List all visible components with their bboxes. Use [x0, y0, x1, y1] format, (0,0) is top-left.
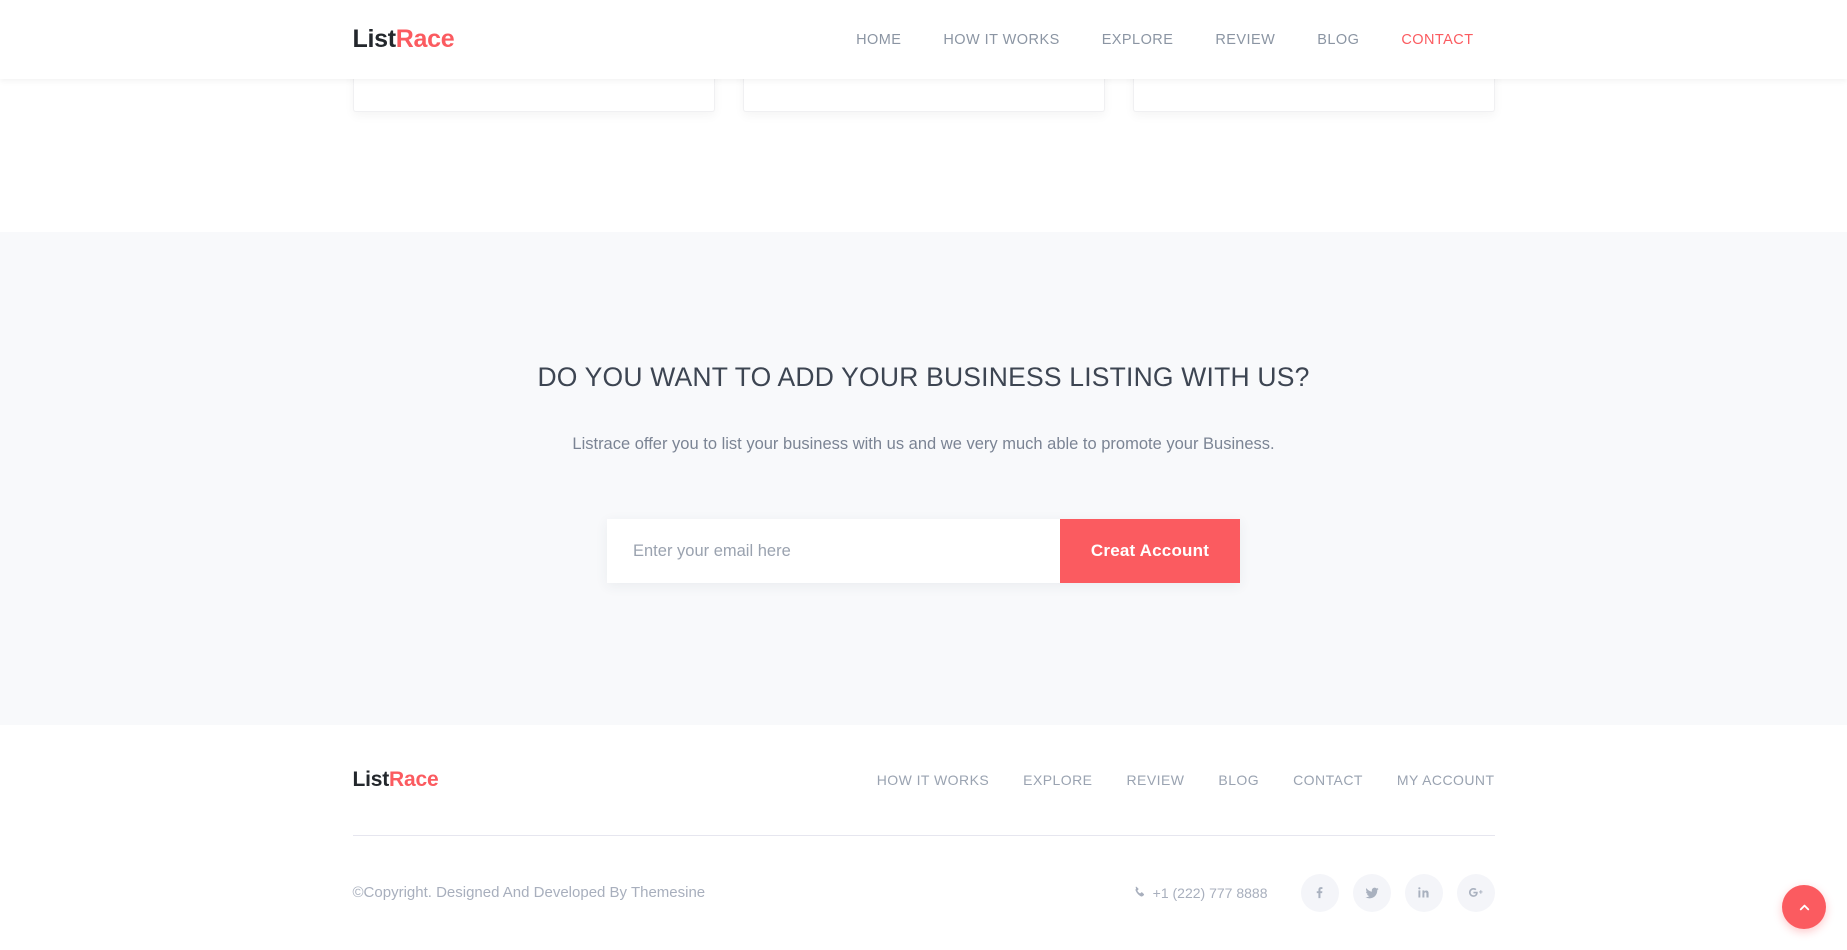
- header-container: List Race HOME HOW IT WORKS EXPLORE REVIE…: [353, 0, 1495, 79]
- signup-form: Creat Account: [607, 519, 1240, 584]
- linkedin-icon[interactable]: [1404, 873, 1443, 912]
- phone-number-text: +1 (222) 777 8888: [1152, 884, 1268, 901]
- footer-navigation: HOW IT WORKS EXPLORE REVIEW BLOG CONTACT…: [860, 772, 1495, 788]
- footer-logo[interactable]: ListRace: [353, 768, 439, 792]
- primary-navigation: HOME HOW IT WORKS EXPLORE REVIEW BLOG CO…: [835, 32, 1494, 48]
- chevron-up-icon: [1797, 900, 1812, 915]
- phone-number[interactable]: +1 (222) 777 8888: [1133, 885, 1268, 901]
- footer-logo-text-list: List: [352, 768, 390, 791]
- phone-icon: [1133, 886, 1146, 899]
- footer-bottom-row: ©Copyright. Designed And Developed By Th…: [353, 836, 1495, 949]
- footer-container: ListRace HOW IT WORKS EXPLORE REVIEW BLO…: [352, 725, 1495, 949]
- nav-item-how-it-works[interactable]: HOW IT WORKS: [922, 32, 1080, 48]
- cta-container: DO YOU WANT TO ADD YOUR BUSINESS LISTING…: [353, 232, 1495, 584]
- twitter-icon[interactable]: [1352, 873, 1391, 912]
- logo-text-list: List: [352, 25, 397, 53]
- nav-item-review[interactable]: REVIEW: [1194, 32, 1296, 48]
- footer-nav-item-review[interactable]: REVIEW: [1109, 772, 1201, 788]
- footer-nav-item-explore[interactable]: EXPLORE: [1006, 772, 1109, 788]
- copyright-text: ©Copyright. Designed And Developed By Th…: [352, 884, 706, 901]
- footer-logo-text-race: Race: [389, 768, 439, 791]
- footer-nav-item-blog[interactable]: BLOG: [1201, 772, 1276, 788]
- social-links: [1300, 873, 1495, 912]
- footer-nav-item-how-it-works[interactable]: HOW IT WORKS: [860, 772, 1006, 788]
- site-header: List Race HOME HOW IT WORKS EXPLORE REVIE…: [0, 0, 1847, 79]
- nav-item-contact[interactable]: CONTACT: [1380, 32, 1494, 48]
- google-plus-icon[interactable]: [1456, 873, 1495, 912]
- logo-text-race: Race: [395, 25, 455, 53]
- site-footer: ListRace HOW IT WORKS EXPLORE REVIEW BLO…: [0, 725, 1847, 950]
- cta-subheading: Listrace offer you to list your business…: [572, 435, 1275, 454]
- nav-item-home[interactable]: HOME: [835, 32, 922, 48]
- footer-contact-social-group: +1 (222) 777 8888: [1133, 873, 1495, 912]
- footer-nav-item-contact[interactable]: CONTACT: [1276, 772, 1380, 788]
- nav-item-blog[interactable]: BLOG: [1296, 32, 1380, 48]
- facebook-icon[interactable]: [1300, 873, 1339, 912]
- cta-heading: DO YOU WANT TO ADD YOUR BUSINESS LISTING…: [537, 362, 1310, 392]
- create-account-button[interactable]: Creat Account: [1060, 519, 1240, 584]
- scroll-to-top-button[interactable]: [1782, 885, 1826, 929]
- footer-top-row: ListRace HOW IT WORKS EXPLORE REVIEW BLO…: [353, 725, 1495, 835]
- nav-item-explore[interactable]: EXPLORE: [1081, 32, 1195, 48]
- cta-section: DO YOU WANT TO ADD YOUR BUSINESS LISTING…: [0, 232, 1847, 725]
- email-input[interactable]: [607, 519, 1060, 584]
- footer-nav-item-my-account[interactable]: MY ACCOUNT: [1380, 772, 1495, 788]
- site-logo[interactable]: List Race: [353, 25, 455, 54]
